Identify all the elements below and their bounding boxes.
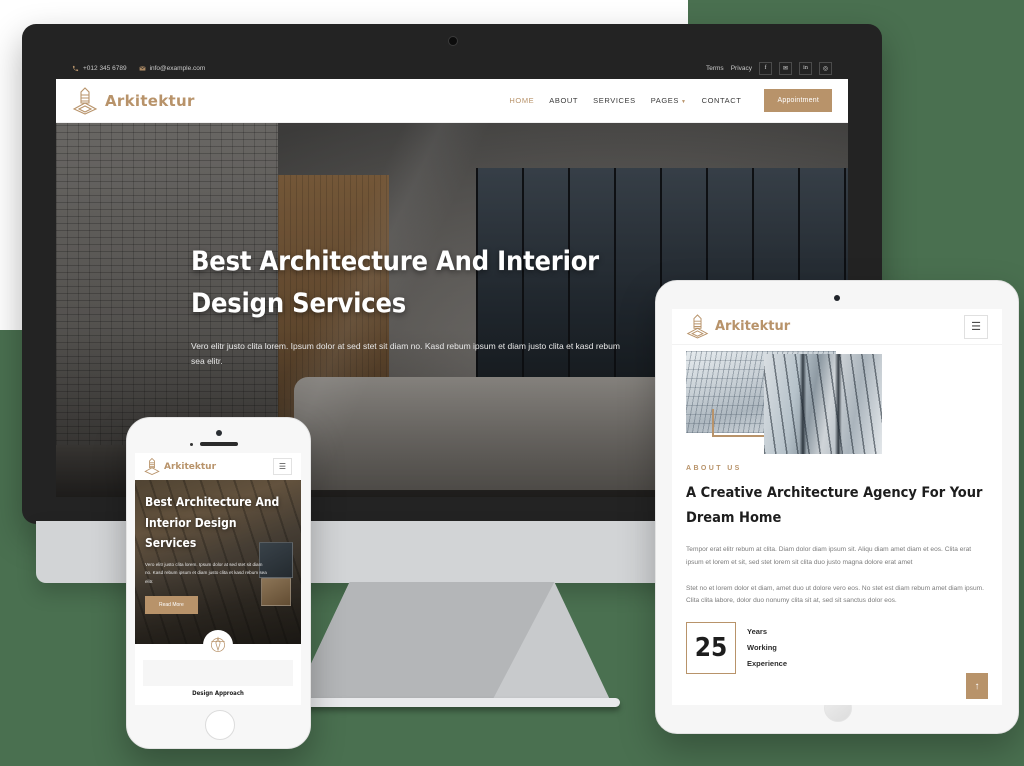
hero-copy: Best Architecture And Interior Design Se… [191,241,621,370]
back-to-top-button[interactable]: ↑ [966,673,988,699]
nav-item-pages-label: PAGES [650,96,680,105]
phone-next-section: Design Approach [135,630,301,705]
stat-line-1: Years [747,627,768,637]
tower-logo-icon [144,457,160,475]
phone-hero-heading: Best Architecture And Interior Design Se… [145,495,280,551]
backdrop-card-notch [648,0,688,13]
instagram-icon[interactable]: ◎ [819,61,832,75]
phone-camera-icon [215,430,222,436]
tower-logo-icon [686,314,709,339]
topbar-email[interactable]: info@example.com [138,64,206,72]
appointment-button[interactable]: Appointment [764,89,832,112]
stat-line-2: Working [747,643,777,653]
hero-heading: Best Architecture And Interior Design Se… [191,246,599,319]
phone-icon [72,65,79,71]
phone-section-caption: Design Approach [192,690,244,697]
glass-skyscraper-photo [764,354,882,454]
webcam-icon [448,36,458,46]
brand-name: Arkitektur [105,91,195,110]
tower-logo-icon [72,86,98,115]
phone-hero-copy: Best Architecture And Interior Design Se… [145,492,291,615]
experience-stat: 25 Years Working Experience [686,622,988,675]
chevron-down-icon: ▼ [681,99,687,105]
monitor-base [284,698,620,707]
tablet-screen: Arkitektur ☰ ABOUT US A Creative Archite… [672,309,1002,705]
tablet-image-group [686,351,988,455]
phone-screen: Arkitektur ☰ Best Architecture And Inter… [135,453,301,705]
envelope-icon [138,65,146,71]
topbar-email-label: info@example.com [149,64,206,72]
topbar-contact-group: +012 345 6789 info@example.com [72,65,205,72]
stat-number-box: 25 [686,622,736,675]
phone-hero-section: Best Architecture And Interior Design Se… [135,480,301,644]
nav-item-contact[interactable]: CONTACT [702,96,742,105]
tablet-mockup: Arkitektur ☰ ABOUT US A Creative Archite… [655,280,1019,734]
phone-section-placeholder [143,660,293,686]
stat-text: Years Working Experience [747,624,787,672]
phone-brand-name: Arkitektur [164,461,217,472]
stat-number: 25 [694,633,728,664]
phone-mockup: Arkitektur ☰ Best Architecture And Inter… [126,417,311,749]
phone-navbar: Arkitektur ☰ [135,453,301,480]
compass-badge-glyph [211,636,225,652]
linkedin-icon[interactable]: in [799,61,812,75]
phone-hero-paragraph: Vero elitr justo clita lorem. Ipsum dolo… [145,561,267,584]
tablet-about-section: ABOUT US A Creative Architecture Agency … [672,455,1002,675]
main-nav: HOME ABOUT SERVICES PAGES ▼ CONTACT Appoi… [509,89,832,112]
brand-logo[interactable]: Arkitektur [72,86,195,116]
hamburger-menu-icon[interactable]: ☰ [964,314,988,339]
site-navbar: Arkitektur HOME ABOUT SERVICES PAGES ▼ CO… [56,79,848,123]
about-heading: A Creative Architecture Agency For Your … [686,485,983,526]
compass-badge-icon [203,630,233,660]
topbar-link-terms[interactable]: Terms [706,65,724,72]
twitter-icon[interactable]: ✉ [779,61,792,75]
topbar-phone[interactable]: +012 345 6789 [72,65,127,72]
hero-paragraph: Vero elitr justo clita lorem. Ipsum dolo… [191,340,620,367]
topbar-phone-label: +012 345 6789 [83,64,127,72]
about-paragraph-2: Stet no et lorem dolor et diam, amet duo… [686,584,984,605]
nav-item-services[interactable]: SERVICES [593,96,636,105]
topbar-link-privacy[interactable]: Privacy [731,65,752,72]
phone-home-button[interactable] [204,710,235,740]
site-topbar: +012 345 6789 info@example.com Terms Pri… [56,57,848,79]
nav-item-about[interactable]: ABOUT [549,96,578,105]
tablet-camera-icon [834,295,840,301]
stat-line-3: Experience [747,659,788,669]
tablet-navbar: Arkitektur ☰ [672,309,1002,345]
phone-speaker [199,442,238,446]
facebook-icon[interactable]: f [759,61,772,75]
tablet-brand-name: Arkitektur [715,319,791,334]
about-eyebrow: ABOUT US [686,465,742,472]
phone-sensor [189,443,193,446]
topbar-right-group: Terms Privacy f ✉ in ◎ [706,61,832,75]
nav-item-home[interactable]: HOME [509,96,534,105]
read-more-button[interactable]: Read More [145,596,198,615]
about-paragraph-1: Tempor erat elitr rebum at clita. Diam d… [686,545,972,566]
nav-item-pages[interactable]: PAGES ▼ [651,96,687,105]
hamburger-menu-icon[interactable]: ☰ [273,458,292,475]
